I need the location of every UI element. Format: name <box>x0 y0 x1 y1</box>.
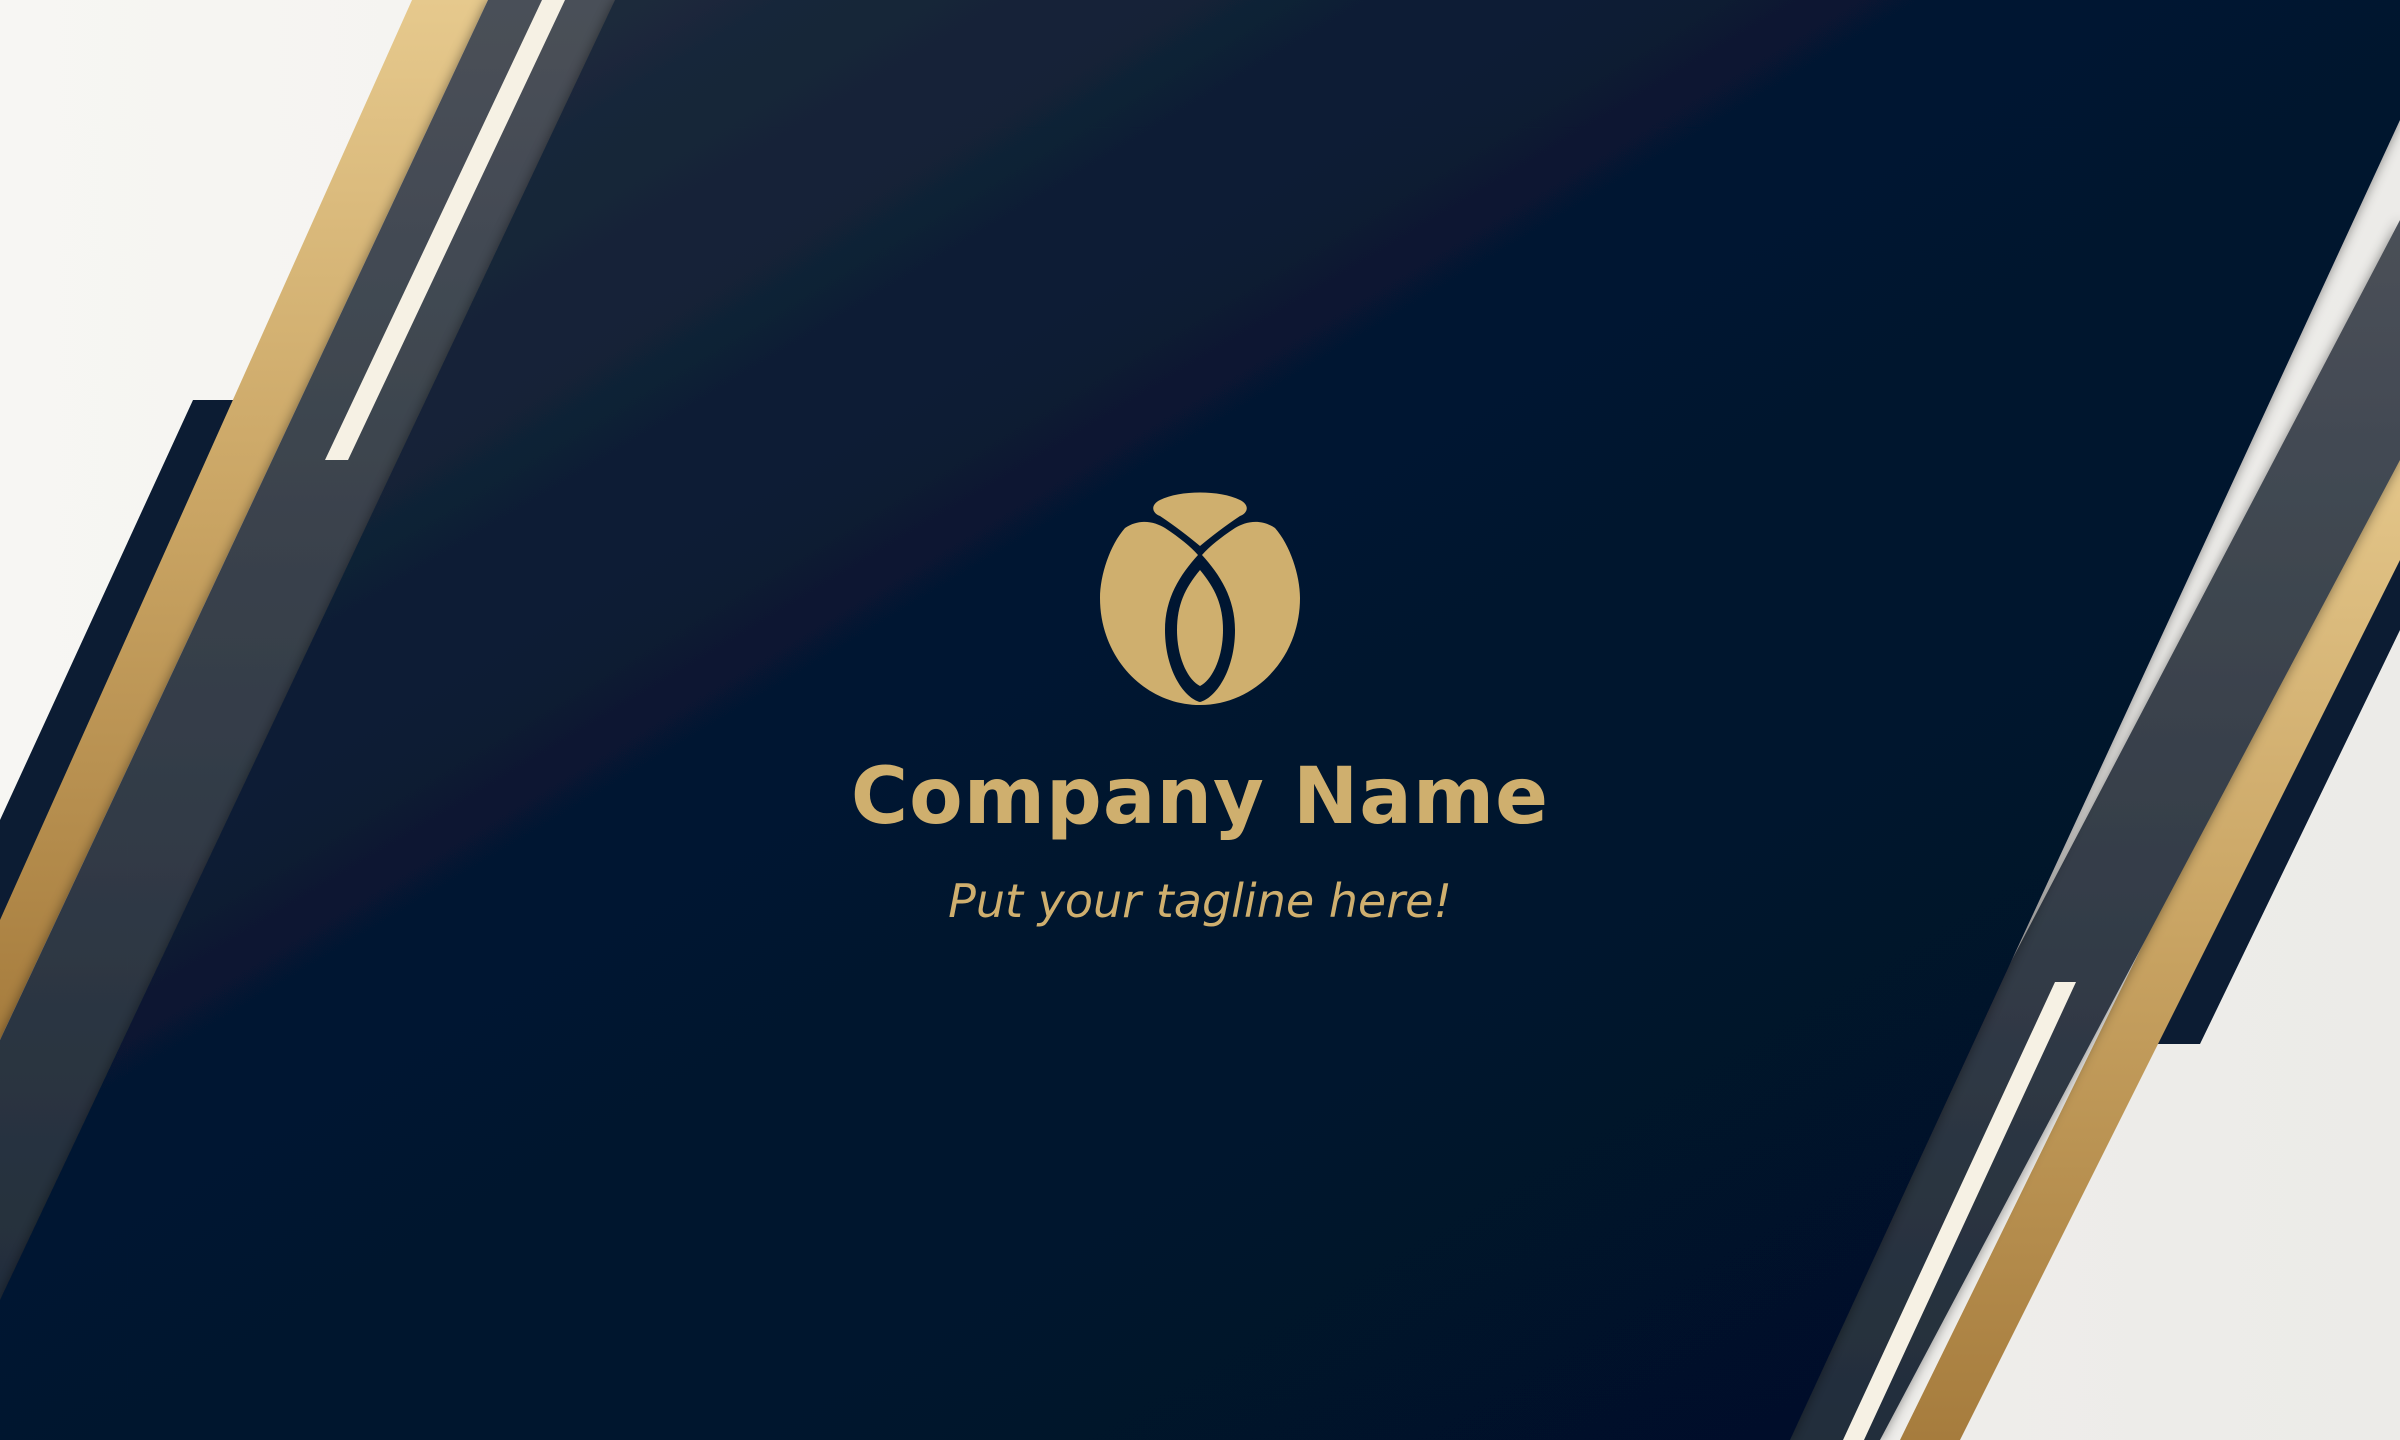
business-card: Company Name Put your tagline here! <box>0 0 2400 1440</box>
tagline: Put your tagline here! <box>948 874 1452 928</box>
tulip-flower-icon <box>1100 492 1300 705</box>
brand-block: Company Name Put your tagline here! <box>0 480 2400 924</box>
company-name: Company Name <box>850 752 1550 842</box>
